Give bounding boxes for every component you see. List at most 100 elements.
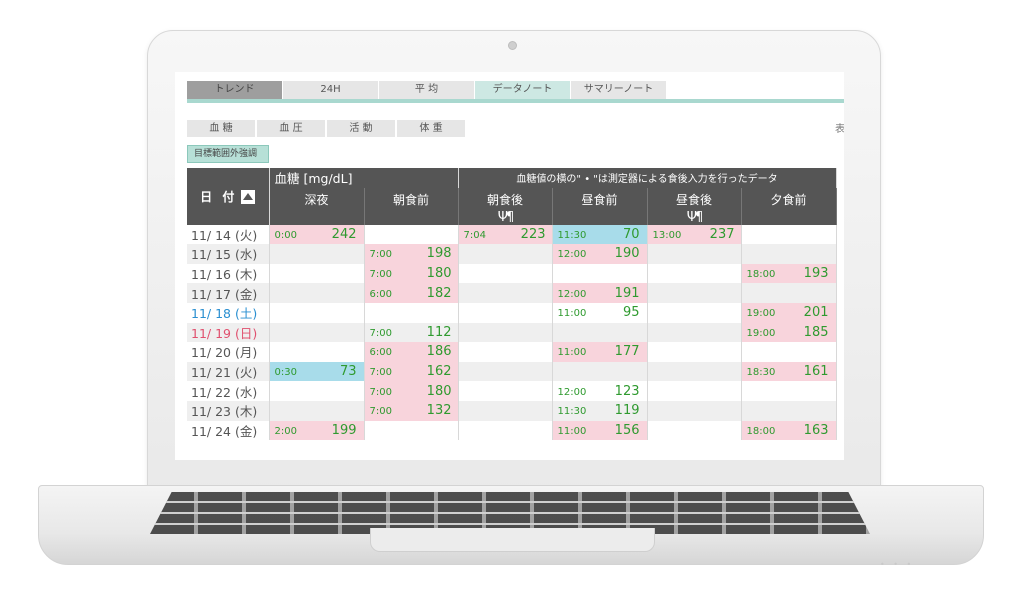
reading-time: 7:04 bbox=[463, 229, 486, 241]
table-body: 11/ 14 (火) 0:00 242 7:04 223 11:30 70 13:00 237 1… bbox=[187, 224, 837, 441]
reading-cell[interactable]: 11:00 156 bbox=[552, 420, 648, 441]
column-header: 昼食前 bbox=[552, 187, 648, 225]
column-header: 深夜 bbox=[269, 187, 365, 225]
reading-cell bbox=[269, 381, 365, 401]
reading-value: 191 bbox=[614, 285, 640, 301]
table-row: 11/ 15 (水) 7:00 198 12:00 190 bbox=[187, 244, 837, 264]
subtab-activity[interactable]: 活 動 bbox=[327, 120, 395, 137]
date-column-header[interactable]: 日 付 bbox=[187, 168, 270, 225]
reading-cell[interactable]: 0:00 242 bbox=[269, 224, 365, 245]
table-row: 11/ 24 (金) 2:00 199 11:00 156 18:00 163 bbox=[187, 420, 837, 441]
reading-cell bbox=[552, 263, 648, 284]
subtab-blood-glucose[interactable]: 血 糖 bbox=[187, 120, 255, 137]
tab-summary-note[interactable]: サマリーノート bbox=[571, 81, 667, 99]
reading-cell bbox=[458, 342, 553, 362]
reading-cell[interactable]: 19:00 185 bbox=[741, 322, 837, 343]
tab-average[interactable]: 平 均 bbox=[379, 81, 475, 99]
tab-trend[interactable]: トレンド bbox=[187, 81, 283, 99]
out-of-range-highlight-button[interactable]: 目標範囲外強調 bbox=[187, 145, 269, 163]
date-header-label: 日 付 bbox=[200, 189, 238, 204]
reading-cell bbox=[741, 400, 837, 421]
reading-cell[interactable]: 11:30 70 bbox=[552, 224, 648, 245]
reading-cell[interactable]: 2:00 199 bbox=[269, 420, 365, 441]
camera-icon bbox=[508, 41, 517, 50]
column-header-label: 夕食前 bbox=[770, 192, 807, 207]
reading-value: 242 bbox=[331, 226, 357, 242]
reading-cell[interactable]: 18:00 163 bbox=[741, 420, 837, 441]
reading-value: 199 bbox=[331, 422, 357, 438]
date-cell: 11/ 21 (火) bbox=[187, 361, 270, 382]
reading-value: 237 bbox=[709, 226, 735, 242]
reading-value: 112 bbox=[426, 324, 452, 340]
reading-cell[interactable]: 12:00 123 bbox=[552, 381, 648, 401]
fork-knife-icon: Ψ¶ bbox=[497, 209, 515, 225]
table-row: 11/ 21 (火) 0:30 73 7:00 162 18:30 161 bbox=[187, 361, 837, 382]
reading-time: 7:00 bbox=[369, 367, 392, 379]
reading-cell[interactable]: 7:04 223 bbox=[458, 224, 553, 245]
table-row: 11/ 14 (火) 0:00 242 7:04 223 11:30 70 13:00 237 bbox=[187, 224, 837, 245]
column-header: 夕食前 bbox=[741, 187, 837, 225]
reading-cell bbox=[269, 263, 365, 284]
reading-time: 6:00 bbox=[369, 288, 392, 300]
reading-time: 6:00 bbox=[369, 347, 392, 359]
sort-up-icon[interactable] bbox=[241, 190, 256, 205]
reading-cell[interactable]: 0:30 73 bbox=[269, 361, 365, 382]
reading-cell bbox=[552, 322, 648, 343]
reading-cell[interactable]: 6:00 182 bbox=[364, 283, 459, 303]
subtab-blood-pressure[interactable]: 血 圧 bbox=[257, 120, 325, 137]
reading-value: 70 bbox=[622, 226, 640, 242]
subtab-weight[interactable]: 体 重 bbox=[397, 120, 465, 137]
reading-cell[interactable]: 7:00 180 bbox=[364, 381, 459, 401]
reading-cell[interactable]: 12:00 191 bbox=[552, 283, 648, 303]
reading-cell[interactable]: 7:00 132 bbox=[364, 400, 459, 421]
reading-cell bbox=[647, 283, 742, 303]
stage: • • • トレンド 24H 平 均 データノート サマリーノート 血 糖 血 … bbox=[0, 0, 1010, 606]
reading-cell bbox=[269, 400, 365, 421]
tab-24h[interactable]: 24H bbox=[283, 81, 379, 99]
reading-cell[interactable]: 7:00 162 bbox=[364, 361, 459, 382]
reading-cell bbox=[458, 283, 553, 303]
reading-cell[interactable]: 11:00 177 bbox=[552, 342, 648, 362]
tab-data-note[interactable]: データノート bbox=[475, 81, 571, 99]
table-row: 11/ 23 (木) 7:00 132 11:30 119 bbox=[187, 400, 837, 421]
reading-cell bbox=[458, 263, 553, 284]
reading-time: 11:00 bbox=[557, 425, 587, 437]
reading-cell[interactable]: 19:00 201 bbox=[741, 302, 837, 323]
reading-time: 18:00 bbox=[746, 425, 776, 437]
reading-cell bbox=[458, 361, 553, 382]
reading-cell[interactable]: 18:00 193 bbox=[741, 263, 837, 284]
date-cell: 11/ 15 (水) bbox=[187, 244, 270, 264]
reading-value: 193 bbox=[803, 266, 829, 282]
reading-time: 7:00 bbox=[369, 406, 392, 418]
reading-cell[interactable]: 7:00 112 bbox=[364, 322, 459, 343]
reading-cell[interactable]: 11:30 119 bbox=[552, 400, 648, 421]
reading-cell[interactable]: 13:00 237 bbox=[647, 224, 742, 245]
column-header-label: 昼食前 bbox=[581, 192, 618, 207]
reading-cell bbox=[364, 224, 459, 245]
reading-cell[interactable]: 7:00 180 bbox=[364, 263, 459, 284]
reading-cell bbox=[647, 342, 742, 362]
reading-cell bbox=[458, 244, 553, 264]
column-header-label: 朝食後 bbox=[486, 192, 523, 207]
date-cell: 11/ 17 (金) bbox=[187, 283, 270, 303]
sub-tabs: 血 糖 血 圧 活 動 体 重 bbox=[187, 120, 467, 137]
reading-value: 180 bbox=[426, 383, 452, 399]
reading-cell[interactable]: 18:30 161 bbox=[741, 361, 837, 382]
reading-time: 12:00 bbox=[557, 249, 587, 261]
reading-cell bbox=[647, 263, 742, 284]
reading-cell[interactable]: 6:00 186 bbox=[364, 342, 459, 362]
reading-time: 11:00 bbox=[557, 308, 587, 320]
reading-value: 182 bbox=[426, 285, 452, 301]
reading-cell[interactable]: 12:00 190 bbox=[552, 244, 648, 264]
reading-time: 7:00 bbox=[369, 249, 392, 261]
column-header: 朝食前 bbox=[364, 187, 459, 225]
reading-cell[interactable]: 11:00 95 bbox=[552, 302, 648, 323]
reading-cell[interactable]: 7:00 198 bbox=[364, 244, 459, 264]
reading-value: 186 bbox=[426, 344, 452, 360]
reading-time: 7:00 bbox=[369, 269, 392, 281]
reading-cell bbox=[269, 342, 365, 362]
reading-time: 19:00 bbox=[746, 327, 776, 339]
cutoff-label: 表 bbox=[835, 124, 844, 135]
table-row: 11/ 16 (木) 7:00 180 18:00 193 bbox=[187, 263, 837, 284]
reading-time: 0:00 bbox=[274, 229, 297, 241]
